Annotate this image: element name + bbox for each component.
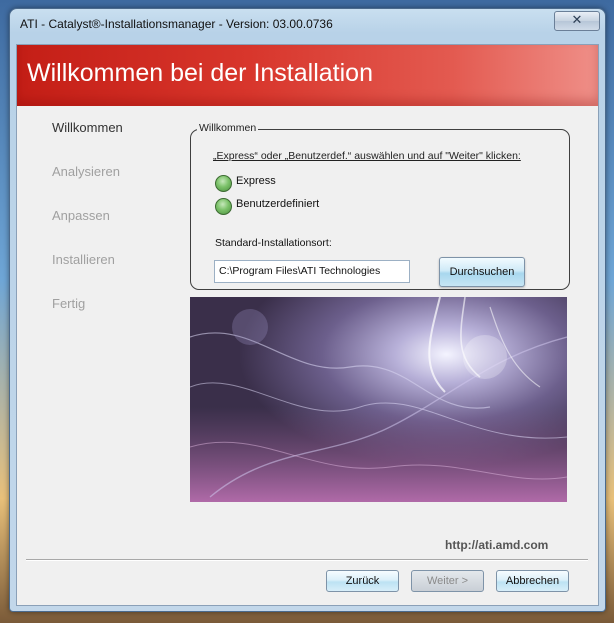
install-location-label: Standard-Installationsort: [215, 237, 332, 249]
footer-divider [26, 559, 588, 561]
artwork-graphic [190, 297, 567, 502]
step-analysieren: Analysieren [52, 164, 120, 179]
title-bar: ATI - Catalyst®-Installationsmanager - V… [10, 9, 605, 39]
express-radio[interactable] [215, 175, 232, 192]
browse-button[interactable]: Durchsuchen [439, 257, 525, 287]
client-area: Willkommen bei der Installation Willkomm… [16, 44, 599, 606]
header-banner: Willkommen bei der Installation [17, 45, 598, 106]
page-title: Willkommen bei der Installation [27, 59, 373, 87]
step-willkommen: Willkommen [52, 120, 123, 135]
groupbox-legend: Willkommen [197, 122, 259, 134]
welcome-groupbox: Willkommen „Express“ oder „Benutzerdef.“… [190, 122, 570, 290]
installer-window: ATI - Catalyst®-Installationsmanager - V… [9, 8, 606, 612]
close-icon: ✕ [571, 13, 583, 28]
install-path-field[interactable]: C:\Program Files\ATI Technologies [214, 260, 410, 283]
ati-artwork-image [190, 297, 567, 502]
back-button[interactable]: Zurück [326, 570, 399, 592]
step-anpassen: Anpassen [52, 208, 110, 223]
instruction-text: „Express“ oder „Benutzerdef.“ auswählen … [213, 150, 521, 162]
custom-radio[interactable] [215, 198, 232, 215]
express-label[interactable]: Express [236, 175, 276, 187]
step-fertig: Fertig [52, 296, 86, 311]
window-title: ATI - Catalyst®-Installationsmanager - V… [20, 17, 333, 31]
step-installieren: Installieren [52, 252, 115, 267]
ati-url: http://ati.amd.com [445, 538, 549, 552]
custom-label[interactable]: Benutzerdefiniert [236, 198, 319, 210]
next-button[interactable]: Weiter > [411, 570, 484, 592]
close-button[interactable]: ✕ [554, 11, 600, 31]
cancel-button[interactable]: Abbrechen [496, 570, 569, 592]
